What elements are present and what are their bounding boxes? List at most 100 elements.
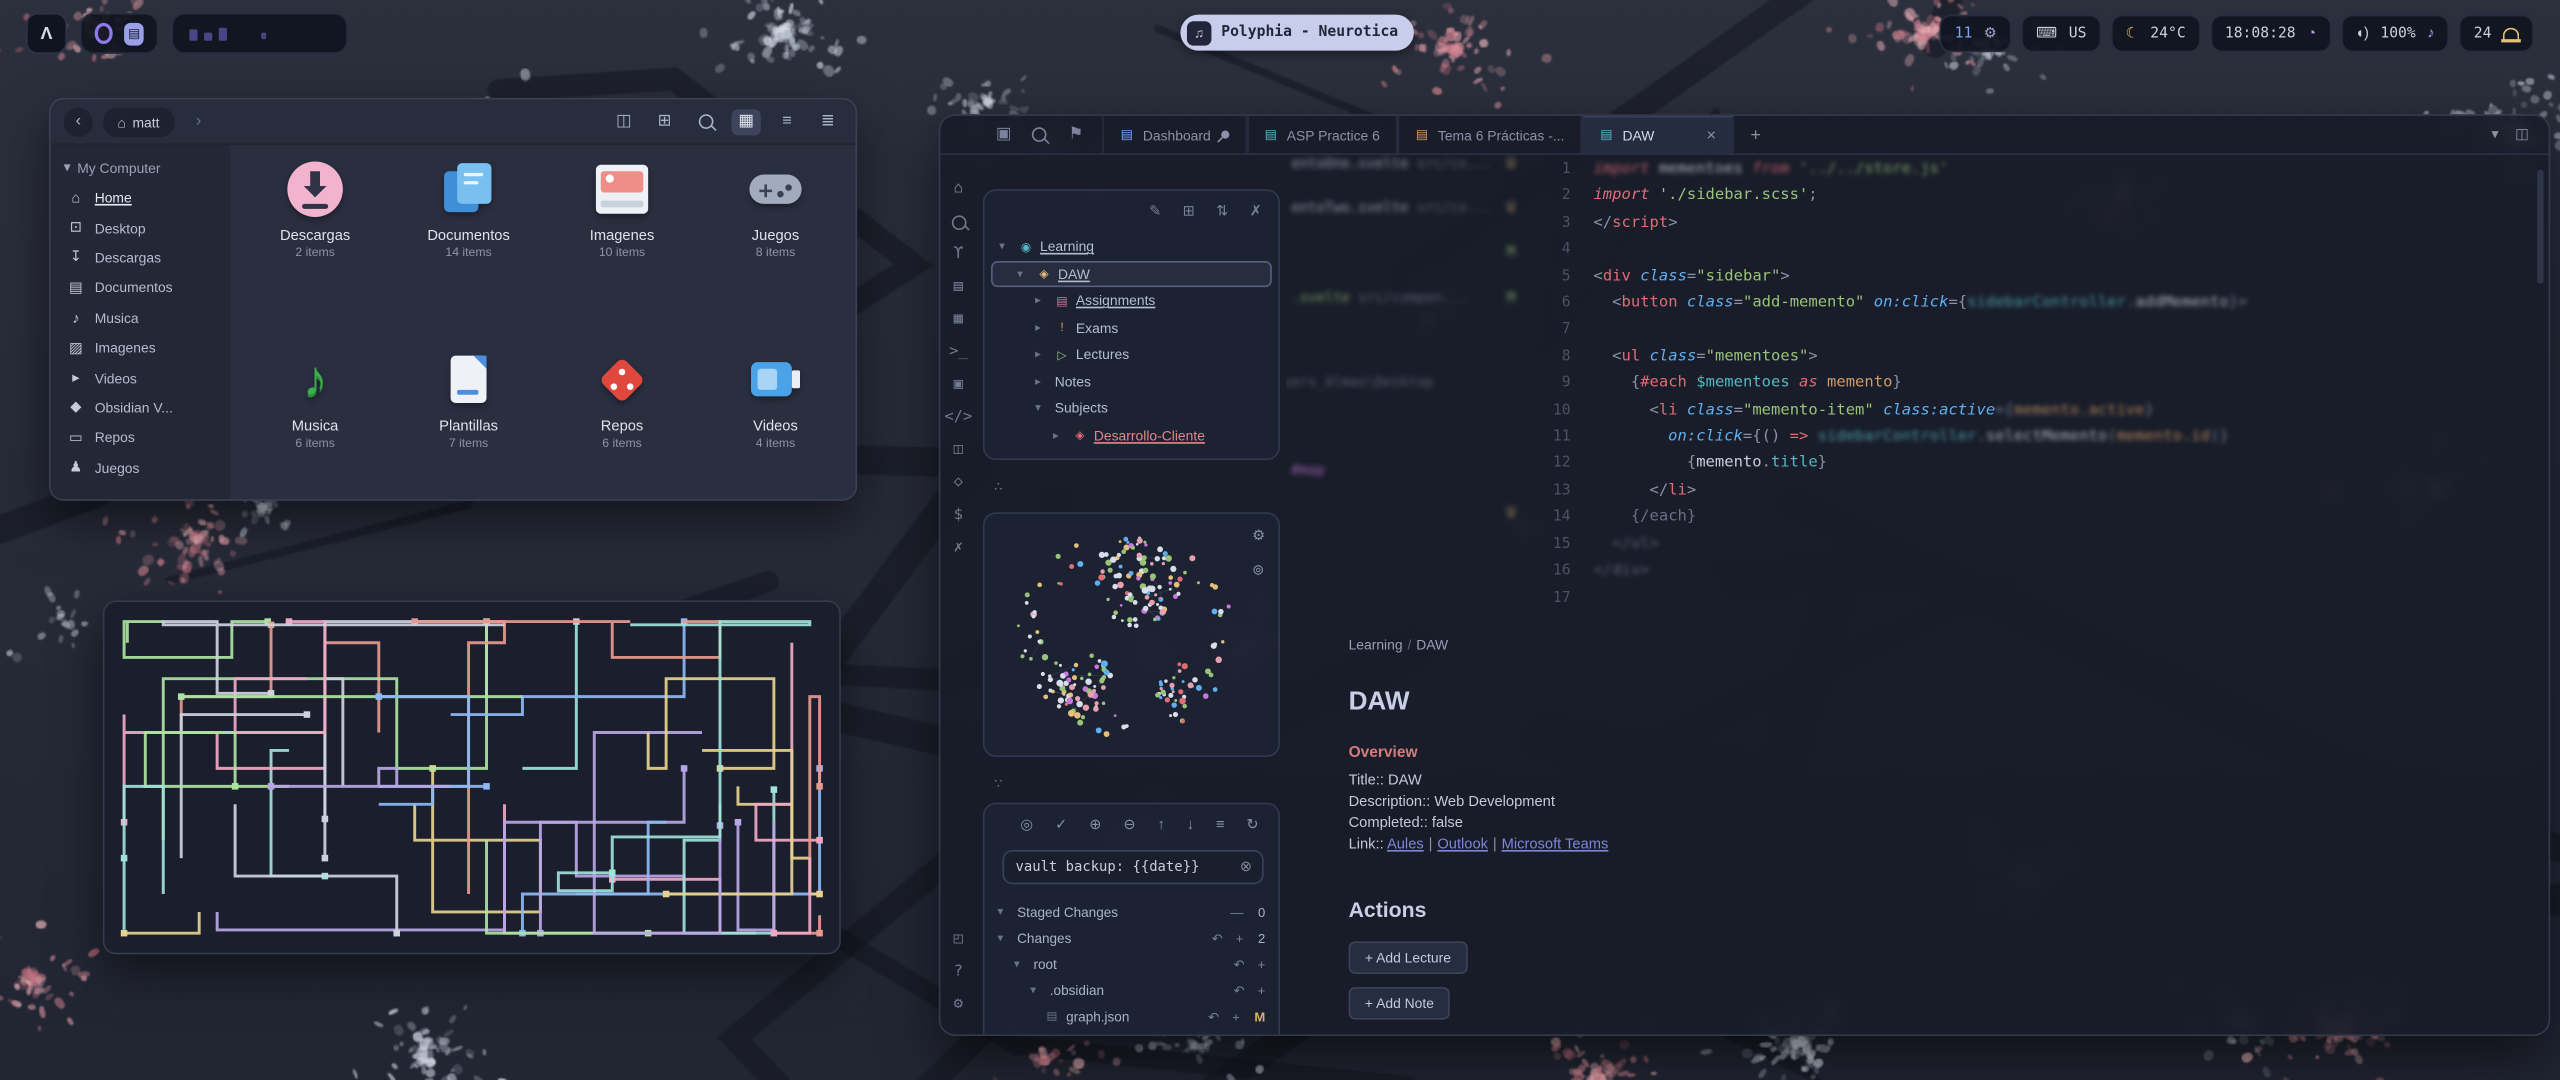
folder-descargas[interactable]: Descargas2 items (238, 158, 391, 259)
graph-panel-handle-icon[interactable]: ∴ (994, 480, 1002, 495)
git-action-icon[interactable]: + (1258, 1035, 1266, 1036)
now-playing-module[interactable]: ♫ Polyphia - Neurotica (1180, 15, 1414, 51)
git-action-icon[interactable]: ↶ (1234, 957, 1245, 972)
folder-plantillas[interactable]: Plantillas7 items (392, 349, 545, 450)
notebook-icon[interactable]: ▣ (940, 369, 976, 402)
graph-view[interactable] (984, 514, 1278, 755)
sidebar-item-obsidian-v-[interactable]: ◆Obsidian V... (51, 393, 231, 423)
pull-icon[interactable]: ↓ (1187, 817, 1194, 832)
tree-item-assignments[interactable]: ▸▤Assignments (991, 287, 1272, 314)
help-icon[interactable]: ? (954, 956, 963, 989)
terminal-icon[interactable]: >_ (940, 336, 976, 369)
git-fork-icon[interactable]: ϒ (940, 238, 976, 271)
sidebar-item-descargas[interactable]: ↧Descargas (51, 243, 231, 273)
code-block[interactable]: 1import mementoes from '../../store.js'2… (1287, 157, 2549, 612)
git-action-icon[interactable]: + (1232, 1009, 1240, 1024)
commit-all-icon[interactable]: ◎ (1020, 817, 1033, 832)
external-link-aules[interactable]: Aules (1387, 835, 1424, 851)
close-icon[interactable]: ✗ (940, 532, 976, 565)
settings-icon[interactable]: ⚙ (954, 989, 963, 1022)
sidebar-item-musica[interactable]: ♪Musica (51, 303, 231, 333)
menu-icon[interactable]: ≣ (813, 108, 842, 134)
sidebar-item-repos[interactable]: ▭Repos (51, 423, 231, 453)
git-row-root[interactable]: ▾root↶+ (991, 951, 1272, 977)
sidebar-item-documentos[interactable]: ▤Documentos (51, 273, 231, 303)
file-manager-header[interactable]: ‹ ⌂ matt › ◫⊞▦≡≣ (51, 100, 856, 146)
folder-documentos[interactable]: Documentos14 items (392, 158, 545, 259)
tab-daw[interactable]: ▤DAW× (1582, 116, 1734, 154)
git-action-icon[interactable]: ↶ (1212, 931, 1223, 946)
graph-filter-icon[interactable]: ⊚ (1252, 561, 1265, 579)
launcher-button[interactable]: Λ (26, 13, 67, 54)
git-action-icon[interactable]: + (1236, 931, 1244, 946)
split-editor-icon[interactable]: ◫ (2515, 127, 2529, 142)
tree-item-lectures[interactable]: ▸▷Lectures (991, 341, 1272, 368)
commit-icon[interactable]: ✓ (1055, 817, 1067, 832)
panel-toggle-icon[interactable]: ◫ (609, 108, 638, 134)
calendar-icon[interactable]: ▦ (940, 303, 976, 336)
forward-button[interactable]: › (184, 107, 213, 136)
home-icon[interactable]: ⌂ (940, 173, 976, 206)
new-folder-icon[interactable]: ⊞ (1183, 204, 1195, 219)
tree-item-notes[interactable]: ▸Notes (991, 368, 1272, 395)
code-icon[interactable]: </> (940, 401, 976, 434)
tab-asp-practice-6[interactable]: ▤ASP Practice 6 (1247, 116, 1398, 154)
breadcrumb-parent[interactable]: Learning (1349, 636, 1403, 652)
tree-item-learning[interactable]: ▾◉Learning (991, 233, 1272, 260)
folder-juegos[interactable]: Juegos8 items (699, 158, 852, 259)
commit-message-input[interactable] (1002, 850, 1263, 884)
diamond-icon[interactable]: ◇ (940, 467, 976, 500)
back-button[interactable]: ‹ (64, 107, 93, 136)
keyboard-layout-module[interactable]: ⌨US (2021, 15, 2101, 53)
sidebar-item-juegos[interactable]: ♟Juegos (51, 453, 231, 483)
tree-item-desarrollo-cliente[interactable]: ▸◈Desarrollo-Cliente (991, 422, 1272, 449)
unstage-all-icon[interactable]: ⊖ (1123, 817, 1135, 832)
sidebar-item-videos[interactable]: ▸Videos (51, 363, 231, 393)
clear-input-icon[interactable]: ⊗ (1240, 858, 1252, 876)
tab-dashboard[interactable]: ▤Dashboard (1103, 116, 1247, 154)
git-row-staged-changes[interactable]: ▾Staged Changes—0 (991, 899, 1272, 925)
list-view-icon[interactable]: ≡ (772, 108, 801, 134)
push-icon[interactable]: ↑ (1158, 817, 1165, 832)
sidebar-section-title[interactable]: ▾ My Computer (51, 145, 231, 183)
volume-module[interactable]: ◖)100%♪ (2340, 15, 2449, 53)
sort-icon[interactable]: ⇅ (1216, 204, 1228, 219)
git-action-icon[interactable]: — (1230, 905, 1243, 920)
dollar-icon[interactable]: $ (940, 499, 976, 532)
versions-icon[interactable]: ◫ (940, 434, 976, 467)
git-row--obsidian[interactable]: ▾.obsidian↶+ (991, 977, 1272, 1003)
layout-icon[interactable]: ◰ (954, 923, 963, 956)
editor-main[interactable]: entoOne.svelte src/co...UentoTwo.svelte … (1287, 153, 2549, 1034)
breadcrumb[interactable]: ⌂ matt (103, 107, 174, 136)
folder-musica[interactable]: ♪Musica6 items (238, 349, 391, 450)
tree-item-subjects[interactable]: ▾Subjects (991, 395, 1272, 422)
search-icon[interactable] (940, 206, 976, 239)
git-action-icon[interactable]: + (1258, 983, 1266, 998)
note-breadcrumb[interactable]: Learning/DAW (1349, 636, 2500, 652)
new-tab-button[interactable]: + (1734, 116, 1777, 154)
refresh-icon[interactable]: ↻ (1246, 817, 1258, 832)
git-row-learning-daw-exams[interactable]: ▾Learning/DAW/Exams↶+ (991, 1029, 1272, 1036)
bookmark-icon[interactable]: ⚑ (1068, 126, 1083, 142)
note-button--add-note[interactable]: + Add Note (1349, 987, 1451, 1020)
sidebar-item-home[interactable]: ⌂Home (51, 183, 231, 213)
graph-view-panel[interactable]: ⚙ ⊚ (983, 512, 1280, 757)
changes-list-icon[interactable]: ≡ (1216, 817, 1225, 832)
scrollbar-thumb[interactable] (2537, 170, 2544, 284)
external-link-outlook[interactable]: Outlook (1437, 835, 1488, 851)
updates-module[interactable]: 11⚙ (1940, 15, 2012, 53)
external-link-microsoft-teams[interactable]: Microsoft Teams (1502, 835, 1609, 851)
collapse-icon[interactable]: ✗ (1250, 204, 1262, 219)
git-action-icon[interactable]: ↶ (1234, 983, 1245, 998)
close-tab-icon[interactable]: × (1707, 126, 1717, 144)
weather-module[interactable]: ☾24°C (2111, 15, 2200, 53)
new-tab-icon[interactable]: ⊞ (650, 108, 679, 134)
git-row-changes[interactable]: ▾Changes↶+2 (991, 925, 1272, 951)
note-button--add-lecture[interactable]: + Add Lecture (1349, 941, 1468, 974)
git-action-icon[interactable]: ↶ (1234, 1035, 1245, 1036)
git-action-icon[interactable]: + (1258, 957, 1266, 972)
folder-imagenes[interactable]: Imagenes10 items (545, 158, 698, 259)
blocks-icon[interactable]: ▤ (940, 271, 976, 304)
folder-repos[interactable]: Repos6 items (545, 349, 698, 450)
git-action-icon[interactable]: ↶ (1208, 1009, 1219, 1024)
